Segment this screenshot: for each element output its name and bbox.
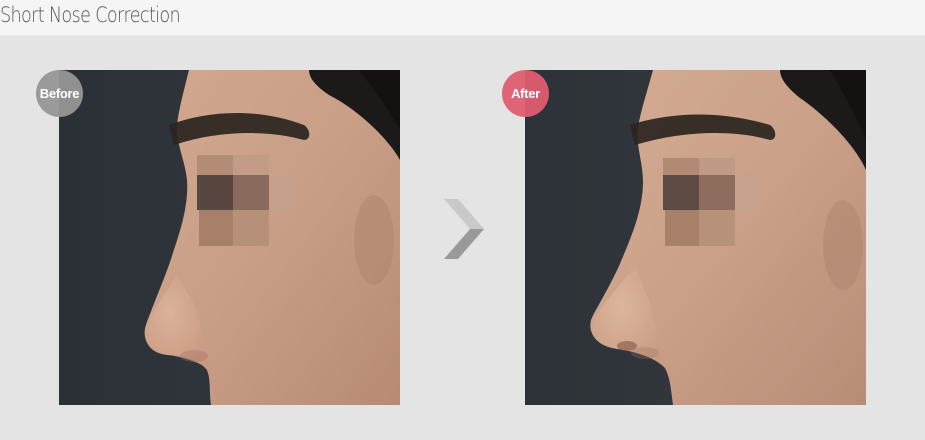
chevron-right-icon — [440, 193, 488, 265]
after-photo — [525, 70, 866, 405]
before-badge: Before — [36, 70, 83, 117]
before-photo — [59, 70, 400, 405]
page-title: Short Nose Correction — [0, 3, 181, 27]
after-badge: After — [502, 70, 549, 117]
page-header: Short Nose Correction — [0, 0, 925, 36]
